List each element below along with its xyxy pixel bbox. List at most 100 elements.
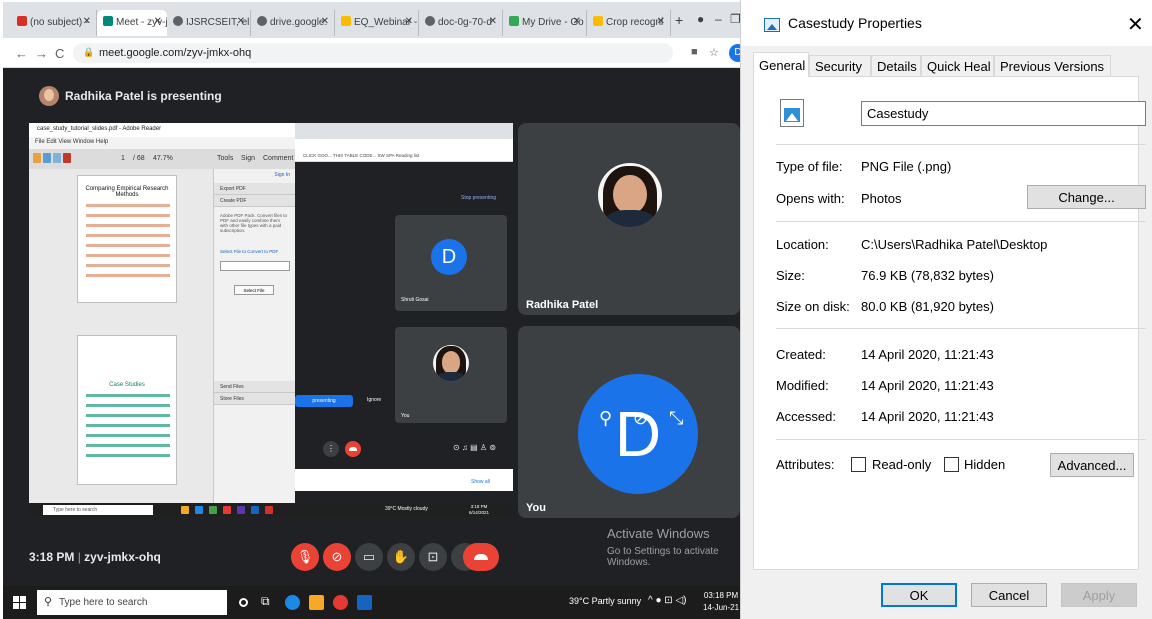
end-call-icon (345, 441, 361, 457)
table-row (86, 274, 170, 277)
chrome-icon[interactable] (333, 595, 348, 610)
end-call-button[interactable] (463, 543, 499, 571)
divider (776, 439, 1146, 440)
cancel-button[interactable]: Cancel (971, 583, 1047, 607)
browser-tab[interactable]: (no subject) - ✕ (11, 10, 97, 36)
new-tab-button[interactable]: + (675, 12, 683, 28)
close-icon[interactable]: ✕ (321, 16, 329, 27)
tab-general[interactable]: General (753, 52, 809, 77)
browser-tab[interactable]: My Drive - Go ✕ (503, 10, 587, 36)
taskbar-clock[interactable]: 03:18 PM 14-Jun-21 (703, 590, 739, 614)
close-icon[interactable]: ✕ (657, 16, 665, 27)
file-name-input[interactable] (861, 101, 1146, 126)
stop-presenting-link: Stop presenting (461, 195, 497, 201)
pane-store-files: Store Files (214, 393, 296, 405)
browser-tab[interactable]: Crop recogni ✕ (587, 10, 671, 36)
forward-icon[interactable]: → (35, 46, 48, 61)
camera-icon[interactable]: ■ (691, 46, 698, 58)
more-options-icon: ⋮ (323, 441, 339, 457)
browser-tab[interactable]: doc-0g-70-d ✕ (419, 10, 503, 36)
browser-tab[interactable]: drive.google. ✕ (251, 10, 335, 36)
meeting-time: 3:18 PM (29, 550, 75, 564)
browser-tab-active[interactable]: Meet - zyv-jm✕ (97, 10, 167, 36)
url-input[interactable]: 🔒 meet.google.com/zyv-jmkx-ohq (73, 43, 673, 63)
type-value: PNG File (.png) (861, 159, 952, 174)
profile-dot-icon[interactable]: ● (697, 12, 704, 26)
meeting-code: zyv-jmkx-ohq (84, 550, 161, 564)
windows-start-icon[interactable] (13, 596, 26, 609)
pane-export-pdf: Export PDF (214, 183, 296, 195)
presenting-banner: Radhika Patel is presenting (3, 68, 740, 118)
taskbar-search-input[interactable]: ⚲ Type here to search (37, 590, 227, 615)
tab-quick-heal[interactable]: Quick Heal (921, 55, 994, 76)
task-view-icon[interactable]: ⧉ (261, 594, 276, 609)
captions-button[interactable]: ▭ (355, 543, 383, 571)
nested-meet-window: CLICK GOO... THIS TABLE CODE... SW SPA R… (295, 123, 513, 517)
close-icon[interactable]: ✕ (237, 16, 245, 27)
bookmark-star-icon[interactable]: ☆ (709, 46, 719, 59)
system-tray-icons[interactable]: ^ ● ⊡ ◁) (648, 595, 686, 606)
nested-tabstrip (295, 123, 513, 139)
pdf-icon (265, 506, 273, 514)
select-file-button: Select File (234, 285, 274, 295)
read-only-checkbox[interactable] (851, 457, 866, 472)
minimize-icon[interactable]: – (715, 12, 722, 26)
folder-icon[interactable] (309, 595, 324, 610)
pane-create-pdf: Create PDF (214, 195, 296, 207)
open-icon (33, 153, 41, 163)
read-only-label: Read-only (872, 457, 932, 472)
edge-icon[interactable] (285, 595, 300, 610)
browser-tab[interactable]: EQ_Webinar - ✕ (335, 10, 419, 36)
hidden-checkbox[interactable] (944, 457, 959, 472)
clock-time: 3:18 PM (470, 504, 488, 509)
advanced-button[interactable]: Advanced... (1050, 453, 1134, 477)
properties-dialog: Casestudy Properties ✕ General Security … (740, 0, 1152, 619)
tab-previous-versions[interactable]: Previous Versions (994, 55, 1111, 76)
sign-in-link: Sign In (214, 169, 296, 181)
url-text: meet.google.com/zyv-jmkx-ohq (99, 47, 252, 59)
close-button[interactable]: ✕ (1127, 12, 1144, 37)
close-icon[interactable]: ✕ (573, 16, 581, 27)
word-icon[interactable] (357, 595, 372, 610)
location-label: Location: (776, 237, 829, 252)
participant-tile-radhika[interactable]: Radhika Patel (518, 123, 740, 315)
minimize-tile-icon[interactable]: ⤡ (669, 408, 683, 429)
pdf-page: Case Studies (77, 335, 177, 485)
windows-taskbar: ⚲ Type here to search ⧉ 39°C Partly sunn… (3, 586, 740, 619)
page-total: / 68 (133, 155, 145, 162)
back-icon[interactable]: ← (15, 46, 28, 61)
close-icon[interactable]: ✕ (83, 16, 91, 27)
gmail-icon (17, 16, 27, 26)
close-icon[interactable]: ✕ (154, 16, 162, 27)
tools-link: Tools (217, 155, 234, 162)
folder-icon (181, 506, 189, 514)
avatar: D (431, 239, 467, 275)
change-button[interactable]: Change... (1027, 185, 1146, 209)
tab-security[interactable]: Security (809, 55, 871, 76)
raise-hand-button[interactable]: ✋ (387, 543, 415, 571)
restore-icon[interactable]: ❐ (730, 12, 740, 26)
tab-details[interactable]: Details (871, 55, 921, 76)
nested-self-tile: You (395, 327, 507, 423)
browser-tab[interactable]: IJSRCSEIT, ell ✕ (167, 10, 251, 36)
word-icon (251, 506, 259, 514)
mute-icon[interactable]: ⊘ (633, 408, 648, 429)
close-icon[interactable]: ✕ (489, 16, 497, 27)
reload-icon[interactable]: C (55, 46, 64, 61)
apply-button[interactable]: Apply (1061, 583, 1137, 607)
pin-icon[interactable]: ⚲ (599, 408, 612, 429)
camera-off-button[interactable]: ⊘ (323, 543, 351, 571)
clock-date: 6/14/2021 (469, 510, 490, 515)
drive-icon (593, 16, 603, 26)
weather-widget[interactable]: 39°C Partly sunny (569, 596, 641, 606)
pane-link: Select File to Convert to PDF (220, 249, 279, 254)
close-icon[interactable]: ✕ (405, 16, 413, 27)
profile-avatar[interactable]: D (729, 44, 740, 62)
clock-time: 03:18 PM (703, 591, 739, 600)
cortana-icon[interactable] (239, 598, 248, 607)
ignore-label: Ignore (367, 397, 382, 403)
shared-screen: case_study_tutorial_slides.pdf - Adobe R… (29, 123, 513, 517)
mic-off-button[interactable]: 🎙 (291, 543, 319, 571)
present-button[interactable]: ⊡ (419, 543, 447, 571)
ok-button[interactable]: OK (881, 583, 957, 607)
